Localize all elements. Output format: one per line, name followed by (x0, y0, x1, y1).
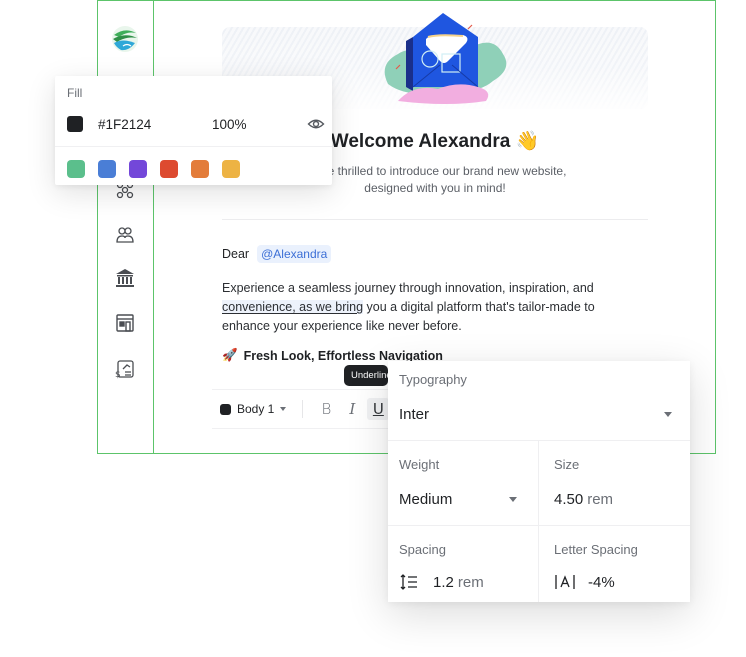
toolbar-separator (302, 400, 304, 418)
preset-swatch[interactable] (222, 160, 240, 178)
typography-title: Typography (399, 372, 467, 387)
text-style-select[interactable]: Body 1 (237, 402, 274, 416)
preset-swatch[interactable] (191, 160, 209, 178)
chevron-down-icon (509, 497, 517, 502)
weight-label: Weight (399, 457, 440, 472)
preset-swatch[interactable] (160, 160, 178, 178)
chevron-down-icon (664, 412, 672, 417)
fill-title: Fill (67, 86, 83, 100)
bold-button[interactable]: B (315, 398, 337, 420)
color-presets (67, 160, 240, 178)
fill-opacity-input[interactable]: 100% (212, 117, 247, 132)
fill-color-row: #1F2124 100% (67, 114, 325, 134)
weight-select[interactable]: Medium (399, 491, 517, 508)
line-spacing-input[interactable]: 1.2 rem (399, 573, 484, 591)
envelope-illustration (384, 13, 507, 104)
selected-text[interactable]: convenience, as we bring (222, 300, 364, 314)
preset-swatch[interactable] (129, 160, 147, 178)
typography-panel: Typography Inter Weight Medium Size 4.50… (388, 361, 690, 602)
letter-spacing-icon (555, 575, 575, 589)
preset-swatch[interactable] (67, 160, 85, 178)
bank-icon[interactable] (114, 267, 136, 289)
mention-chip[interactable]: @Alexandra (257, 245, 332, 263)
underline-button[interactable]: U (367, 398, 390, 420)
preset-swatch[interactable] (98, 160, 116, 178)
size-input[interactable]: 4.50 rem (554, 491, 613, 508)
greeting-row: Dear @Alexandra (222, 245, 332, 263)
email-body[interactable]: Experience a seamless journey through in… (222, 279, 642, 336)
users-icon[interactable] (114, 224, 136, 246)
svg-text:$: $ (115, 370, 121, 380)
size-label: Size (554, 457, 580, 472)
italic-button[interactable]: I (341, 398, 363, 420)
fill-swatch[interactable] (67, 116, 83, 132)
spacing-label: Spacing (399, 542, 446, 557)
sidebar: $ (98, 1, 154, 453)
divider (222, 219, 648, 220)
underline-tooltip: Underline (344, 365, 388, 386)
eye-icon[interactable] (307, 115, 325, 133)
globe-leaf-logo[interactable] (111, 25, 139, 53)
line-height-icon (400, 574, 417, 590)
fill-hex-input[interactable]: #1F2124 (98, 117, 151, 132)
font-family-select[interactable]: Inter (399, 406, 672, 423)
letter-spacing-label: Letter Spacing (554, 542, 638, 557)
chevron-down-icon[interactable] (280, 407, 287, 411)
fill-panel: Fill #1F2124 100% (55, 76, 332, 185)
finance-chart-icon[interactable]: $ (114, 358, 136, 380)
rocket-icon: 🚀 (222, 348, 238, 362)
letter-spacing-input[interactable]: -4% (554, 573, 615, 591)
greeting-text: Dear (222, 247, 250, 261)
storefront-icon[interactable] (114, 312, 136, 334)
text-color-swatch[interactable] (220, 403, 231, 415)
